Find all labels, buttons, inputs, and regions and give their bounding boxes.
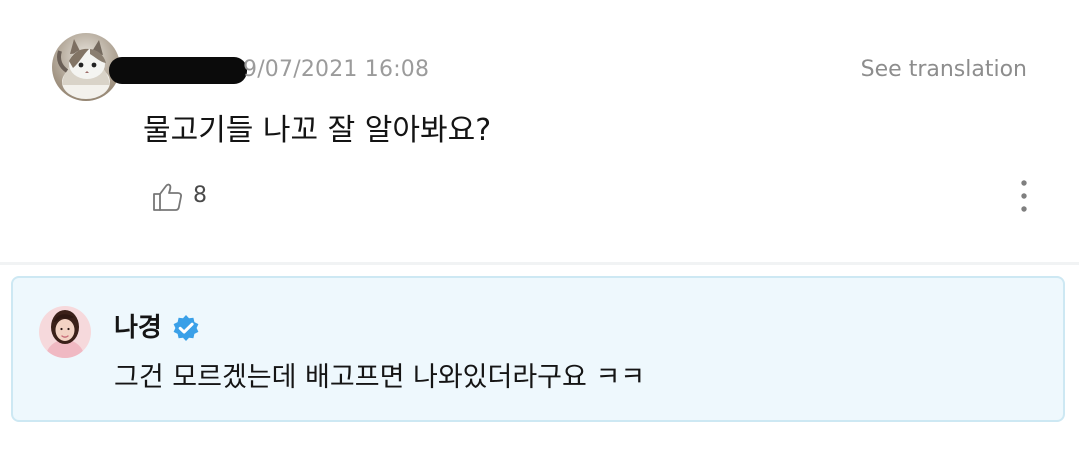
artist-avatar[interactable] (39, 306, 91, 358)
more-options-button[interactable] (1010, 177, 1038, 215)
redacted-username (109, 57, 247, 84)
comment-text: 물고기들 나꼬 잘 알아봐요? (143, 113, 492, 148)
like-button[interactable]: 8 (150, 177, 207, 215)
thumbs-up-icon (153, 183, 182, 211)
artist-name[interactable]: 나경 (114, 311, 162, 345)
verified-badge-icon (173, 315, 199, 341)
see-translation-link[interactable]: See translation (861, 56, 1027, 84)
reply-text: 그건 모르겠는데 배고프면 나와있더라구요 ㅋㅋ (114, 362, 646, 393)
section-divider (0, 262, 1079, 265)
comment-item: 9/07/2021 16:08 See translation 물고기들 나꼬 … (0, 0, 1079, 262)
reply-author-row: 나경 (114, 311, 201, 345)
like-count: 8 (193, 183, 207, 208)
comment-timestamp: 9/07/2021 16:08 (243, 57, 430, 82)
vertical-dots-icon (1021, 180, 1027, 212)
artist-reply-card: 나경 그건 모르겠는데 배고프면 나와있더라구요 ㅋㅋ (11, 276, 1065, 422)
